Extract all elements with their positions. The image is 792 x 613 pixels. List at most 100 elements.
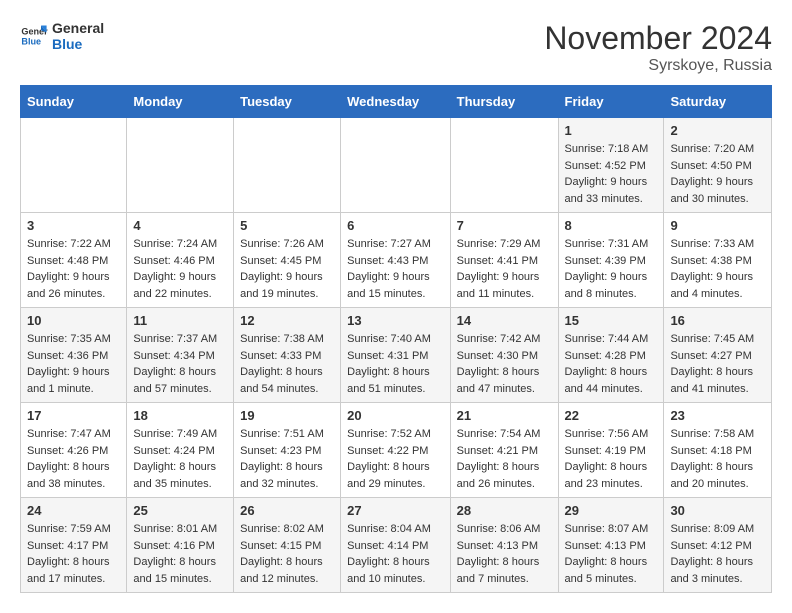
- svg-text:Blue: Blue: [21, 36, 41, 46]
- calendar-cell: 30Sunrise: 8:09 AMSunset: 4:12 PMDayligh…: [664, 498, 772, 593]
- sunset-text: Sunset: 4:46 PM: [133, 255, 214, 267]
- sunrise-text: Sunrise: 7:54 AM: [457, 428, 541, 440]
- day-number: 24: [27, 503, 120, 518]
- calendar-week-row: 1Sunrise: 7:18 AMSunset: 4:52 PMDaylight…: [21, 118, 772, 213]
- sunrise-text: Sunrise: 7:18 AM: [565, 143, 649, 155]
- sunset-text: Sunset: 4:50 PM: [670, 160, 751, 172]
- day-number: 28: [457, 503, 552, 518]
- day-info: Sunrise: 7:31 AMSunset: 4:39 PMDaylight:…: [565, 236, 658, 302]
- daylight-text: Daylight: 8 hours and 32 minutes.: [240, 461, 323, 490]
- sunrise-text: Sunrise: 7:26 AM: [240, 238, 324, 250]
- daylight-text: Daylight: 9 hours and 4 minutes.: [670, 271, 753, 300]
- sunrise-text: Sunrise: 7:38 AM: [240, 333, 324, 345]
- daylight-text: Daylight: 8 hours and 23 minutes.: [565, 461, 648, 490]
- sunrise-text: Sunrise: 7:27 AM: [347, 238, 431, 250]
- day-number: 23: [670, 408, 765, 423]
- calendar-cell: 26Sunrise: 8:02 AMSunset: 4:15 PMDayligh…: [234, 498, 341, 593]
- month-title: November 2024: [544, 20, 772, 57]
- sunset-text: Sunset: 4:38 PM: [670, 255, 751, 267]
- day-number: 22: [565, 408, 658, 423]
- calendar-cell: 10Sunrise: 7:35 AMSunset: 4:36 PMDayligh…: [21, 308, 127, 403]
- day-number: 30: [670, 503, 765, 518]
- sunrise-text: Sunrise: 7:58 AM: [670, 428, 754, 440]
- sunset-text: Sunset: 4:14 PM: [347, 540, 428, 552]
- day-info: Sunrise: 7:54 AM Sunset: 4:21 PM Daylight:…: [457, 426, 552, 492]
- day-info: Sunrise: 8:02 AMSunset: 4:15 PMDaylight:…: [240, 521, 334, 587]
- day-number: 19: [240, 408, 334, 423]
- weekday-header-tuesday: Tuesday: [234, 86, 341, 118]
- daylight-text: Daylight: 8 hours and 38 minutes.: [27, 461, 110, 490]
- day-number: 10: [27, 313, 120, 328]
- sunrise-text: Sunrise: 7:22 AM: [27, 238, 111, 250]
- daylight-text: Daylight: 9 hours and 1 minute.: [27, 366, 110, 395]
- daylight-text: Daylight: 9 hours and 8 minutes.: [565, 271, 648, 300]
- sunset-text: Sunset: 4:30 PM: [457, 350, 538, 362]
- sunset-text: Sunset: 4:34 PM: [133, 350, 214, 362]
- sunset-text: Sunset: 4:28 PM: [565, 350, 646, 362]
- daylight-text: Daylight: 8 hours and 7 minutes.: [457, 556, 540, 585]
- day-number: 11: [133, 313, 227, 328]
- title-block: November 2024 Syrskoye, Russia: [544, 20, 772, 75]
- day-info: Sunrise: 7:38 AMSunset: 4:33 PMDaylight:…: [240, 331, 334, 397]
- day-info: Sunrise: 8:07 AMSunset: 4:13 PMDaylight:…: [565, 521, 658, 587]
- weekday-header-friday: Friday: [558, 86, 664, 118]
- sunrise-text: Sunrise: 7:37 AM: [133, 333, 217, 345]
- daylight-text: Daylight: 8 hours and 41 minutes.: [670, 366, 753, 395]
- day-info: Sunrise: 8:04 AM Sunset: 4:14 PM Daylight:…: [347, 521, 444, 587]
- day-info: Sunrise: 7:20 AMSunset: 4:50 PMDaylight:…: [670, 141, 765, 207]
- day-info: Sunrise: 7:33 AMSunset: 4:38 PMDaylight:…: [670, 236, 765, 302]
- daylight-text: Daylight: 8 hours and 26 minutes.: [457, 461, 540, 490]
- day-number: 7: [457, 218, 552, 233]
- calendar-cell: 6Sunrise: 7:27 AMSunset: 4:43 PMDaylight…: [341, 213, 451, 308]
- daylight-text: Daylight: 8 hours and 3 minutes.: [670, 556, 753, 585]
- sunset-text: Sunset: 4:36 PM: [27, 350, 108, 362]
- calendar-cell: [341, 118, 451, 213]
- daylight-text: Daylight: 8 hours and 10 minutes.: [347, 556, 430, 585]
- sunset-text: Sunset: 4:17 PM: [27, 540, 108, 552]
- calendar-cell: 11Sunrise: 7:37 AMSunset: 4:34 PMDayligh…: [127, 308, 234, 403]
- daylight-text: Daylight: 8 hours and 5 minutes.: [565, 556, 648, 585]
- weekday-header-monday: Monday: [127, 86, 234, 118]
- day-number: 29: [565, 503, 658, 518]
- weekday-header-saturday: Saturday: [664, 86, 772, 118]
- sunset-text: Sunset: 4:21 PM: [457, 445, 538, 457]
- day-info: Sunrise: 8:01 AMSunset: 4:16 PMDaylight:…: [133, 521, 227, 587]
- day-number: 21: [457, 408, 552, 423]
- day-number: 9: [670, 218, 765, 233]
- daylight-text: Daylight: 9 hours and 11 minutes.: [457, 271, 540, 300]
- daylight-text: Daylight: 8 hours and 35 minutes.: [133, 461, 216, 490]
- logo: General Blue General Blue: [20, 20, 104, 52]
- daylight-text: Daylight: 8 hours and 54 minutes.: [240, 366, 323, 395]
- sunset-text: Sunset: 4:22 PM: [347, 445, 428, 457]
- sunrise-text: Sunrise: 8:04 AM: [347, 523, 431, 535]
- weekday-header-row: SundayMondayTuesdayWednesdayThursdayFrid…: [21, 86, 772, 118]
- calendar-cell: 4Sunrise: 7:24 AMSunset: 4:46 PMDaylight…: [127, 213, 234, 308]
- day-number: 8: [565, 218, 658, 233]
- day-number: 17: [27, 408, 120, 423]
- sunrise-text: Sunrise: 8:02 AM: [240, 523, 324, 535]
- calendar-cell: [450, 118, 558, 213]
- day-info: Sunrise: 7:22 AMSunset: 4:48 PMDaylight:…: [27, 236, 120, 302]
- calendar-cell: 28Sunrise: 8:06 AMSunset: 4:13 PMDayligh…: [450, 498, 558, 593]
- sunset-text: Sunset: 4:45 PM: [240, 255, 321, 267]
- daylight-text: Daylight: 9 hours and 26 minutes.: [27, 271, 110, 300]
- calendar-cell: 22 Sunrise: 7:56 AM Sunset: 4:19 PM Dayligh…: [558, 403, 664, 498]
- sunset-text: Sunset: 4:18 PM: [670, 445, 751, 457]
- day-info: Sunrise: 7:49 AMSunset: 4:24 PMDaylight:…: [133, 426, 227, 492]
- sunrise-text: Sunrise: 7:52 AM: [347, 428, 431, 440]
- sunset-text: Sunset: 4:19 PM: [565, 445, 646, 457]
- sunrise-text: Sunrise: 7:24 AM: [133, 238, 217, 250]
- daylight-text: Daylight: 9 hours and 15 minutes.: [347, 271, 430, 300]
- calendar-cell: 19Sunrise: 7:51 AMSunset: 4:23 PMDayligh…: [234, 403, 341, 498]
- sunrise-text: Sunrise: 7:56 AM: [565, 428, 649, 440]
- calendar-table: SundayMondayTuesdayWednesdayThursdayFrid…: [20, 85, 772, 593]
- calendar-cell: 23Sunrise: 7:58 AMSunset: 4:18 PMDayligh…: [664, 403, 772, 498]
- day-info: Sunrise: 7:56 AM Sunset: 4:19 PM Daylight:…: [565, 426, 658, 492]
- daylight-text: Daylight: 9 hours and 19 minutes.: [240, 271, 323, 300]
- day-info: Sunrise: 7:40 AMSunset: 4:31 PMDaylight:…: [347, 331, 444, 397]
- sunset-text: Sunset: 4:41 PM: [457, 255, 538, 267]
- daylight-text: Daylight: 8 hours and 51 minutes.: [347, 366, 430, 395]
- calendar-cell: 21 Sunrise: 7:54 AM Sunset: 4:21 PM Dayligh…: [450, 403, 558, 498]
- calendar-cell: 9 Sunrise: 7:33 AMSunset: 4:38 PMDaylight…: [664, 213, 772, 308]
- day-info: Sunrise: 7:58 AMSunset: 4:18 PMDaylight:…: [670, 426, 765, 492]
